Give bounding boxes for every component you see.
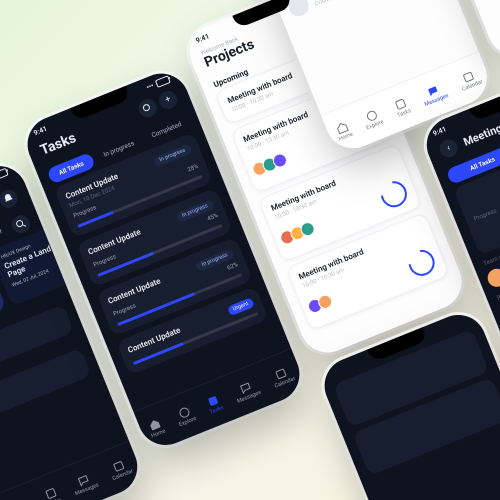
bell-icon — [1, 191, 17, 207]
search-icon — [13, 216, 29, 232]
progress-ring-icon — [403, 245, 439, 281]
bottom-nav: Home Explore Tasks Messages Calendar — [133, 348, 307, 453]
member-avatars — [309, 293, 335, 314]
nav-explore[interactable]: Explore — [11, 496, 35, 500]
priority-badge: Urgent — [227, 297, 255, 316]
nav-messages[interactable]: Messages — [231, 377, 262, 404]
nav-explore[interactable]: Explore — [173, 403, 197, 427]
add-button[interactable]: + — [156, 88, 179, 111]
search-button[interactable] — [9, 212, 32, 235]
member-avatars — [281, 220, 317, 245]
nav-messages[interactable]: Messages — [69, 470, 100, 497]
nav-tasks[interactable]: Tasks — [42, 485, 63, 500]
progress-ring-icon — [376, 176, 412, 212]
search-button[interactable] — [136, 96, 159, 119]
nav-home[interactable]: Home — [333, 119, 354, 142]
plus-icon: + — [164, 94, 172, 105]
progress-pct: 45% — [206, 212, 219, 223]
progress-pct: 28% — [186, 163, 199, 174]
bottom-nav: Home Explore Tasks Messages Calendar — [0, 440, 146, 500]
search-icon — [140, 100, 156, 116]
progress-label: Progress — [473, 207, 498, 222]
nav-tasks[interactable]: Tasks — [204, 392, 225, 415]
chevron-left-icon: ‹ — [446, 143, 452, 153]
progress-pct: 62% — [226, 261, 239, 272]
nav-calendar[interactable]: Calendar — [107, 456, 134, 482]
contact-status: Online — [314, 0, 363, 8]
nav-calendar[interactable]: Calendar — [269, 363, 296, 389]
task-name: Content Update — [126, 326, 181, 355]
nav-calendar[interactable]: Calendar — [456, 67, 483, 93]
back-button[interactable]: ‹ — [437, 137, 460, 160]
member-avatars — [253, 151, 289, 176]
nav-tasks[interactable]: Tasks — [391, 95, 412, 118]
contact-row[interactable]: Geoffrey MottOnline — [274, 0, 444, 29]
nav-explore[interactable]: Explore — [361, 107, 385, 131]
nav-home[interactable]: Home — [145, 416, 166, 439]
nav-messages[interactable]: Messages — [419, 80, 450, 107]
